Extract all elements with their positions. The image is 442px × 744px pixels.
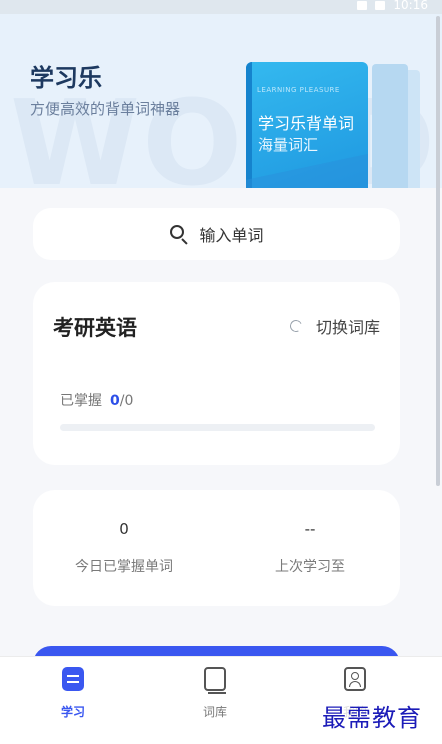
tab-library[interactable]: 词库: [170, 667, 260, 720]
tab-study[interactable]: 学习: [28, 667, 118, 720]
today-mastered-value: 0: [119, 520, 129, 538]
signal-icon: [357, 0, 368, 10]
book-mountain-decoration: [246, 150, 368, 188]
switch-vocabulary-button[interactable]: 切换词库: [288, 314, 380, 338]
status-icons: 10:16: [357, 0, 428, 12]
tab-library-label: 词库: [202, 705, 227, 719]
switch-vocabulary-label: 切换词库: [315, 318, 380, 337]
vocabulary-card: 考研英语 切换词库 已掌握 0/0: [33, 282, 400, 465]
scrollbar[interactable]: [436, 16, 440, 486]
mastered-label: 已掌握: [60, 393, 102, 409]
book-title: 学习乐背单词: [258, 114, 355, 133]
search-placeholder: 输入单词: [199, 226, 264, 245]
search-bar[interactable]: 输入单词: [33, 208, 400, 260]
study-icon: [62, 667, 84, 691]
today-mastered-label: 今日已掌握单词: [75, 559, 173, 575]
book-illustration: LEARNING PLEASURE 学习乐背单词 海量词汇: [246, 62, 368, 188]
app-title: 学习乐: [30, 64, 102, 92]
mastered-progress-text: 已掌握 0/0: [60, 390, 133, 410]
hero-banner: WORD 学习乐 方便高效的背单词神器 LEARNING PLEASURE 学习…: [0, 14, 442, 188]
search-icon: [169, 224, 189, 245]
book-subtitle: 海量词汇: [258, 136, 319, 154]
book-spine: [246, 62, 252, 188]
profile-icon: [344, 667, 366, 691]
battery-icon: [375, 0, 386, 10]
last-study-label: 上次学习至: [275, 559, 345, 575]
last-study-stat: -- 上次学习至: [235, 520, 385, 576]
mastered-count: 0: [110, 393, 120, 409]
last-study-value: --: [304, 520, 316, 538]
mastered-total: /0: [119, 393, 134, 409]
book-tag: LEARNING PLEASURE: [257, 86, 340, 94]
library-icon: [204, 667, 226, 694]
status-bar: 10:16: [0, 0, 442, 14]
status-time: 10:16: [393, 0, 428, 12]
mastered-progress-bar: [60, 424, 375, 431]
app-subtitle: 方便高效的背单词神器: [30, 100, 181, 118]
stats-card: 0 今日已掌握单词 -- 上次学习至: [33, 490, 400, 606]
refresh-icon: [288, 318, 304, 334]
corner-watermark: 最需教育: [322, 698, 422, 733]
book-back-decoration: [372, 64, 408, 188]
tab-study-label: 学习: [60, 705, 85, 719]
vocabulary-name: 考研英语: [53, 316, 137, 340]
today-mastered-stat: 0 今日已掌握单词: [49, 520, 199, 576]
